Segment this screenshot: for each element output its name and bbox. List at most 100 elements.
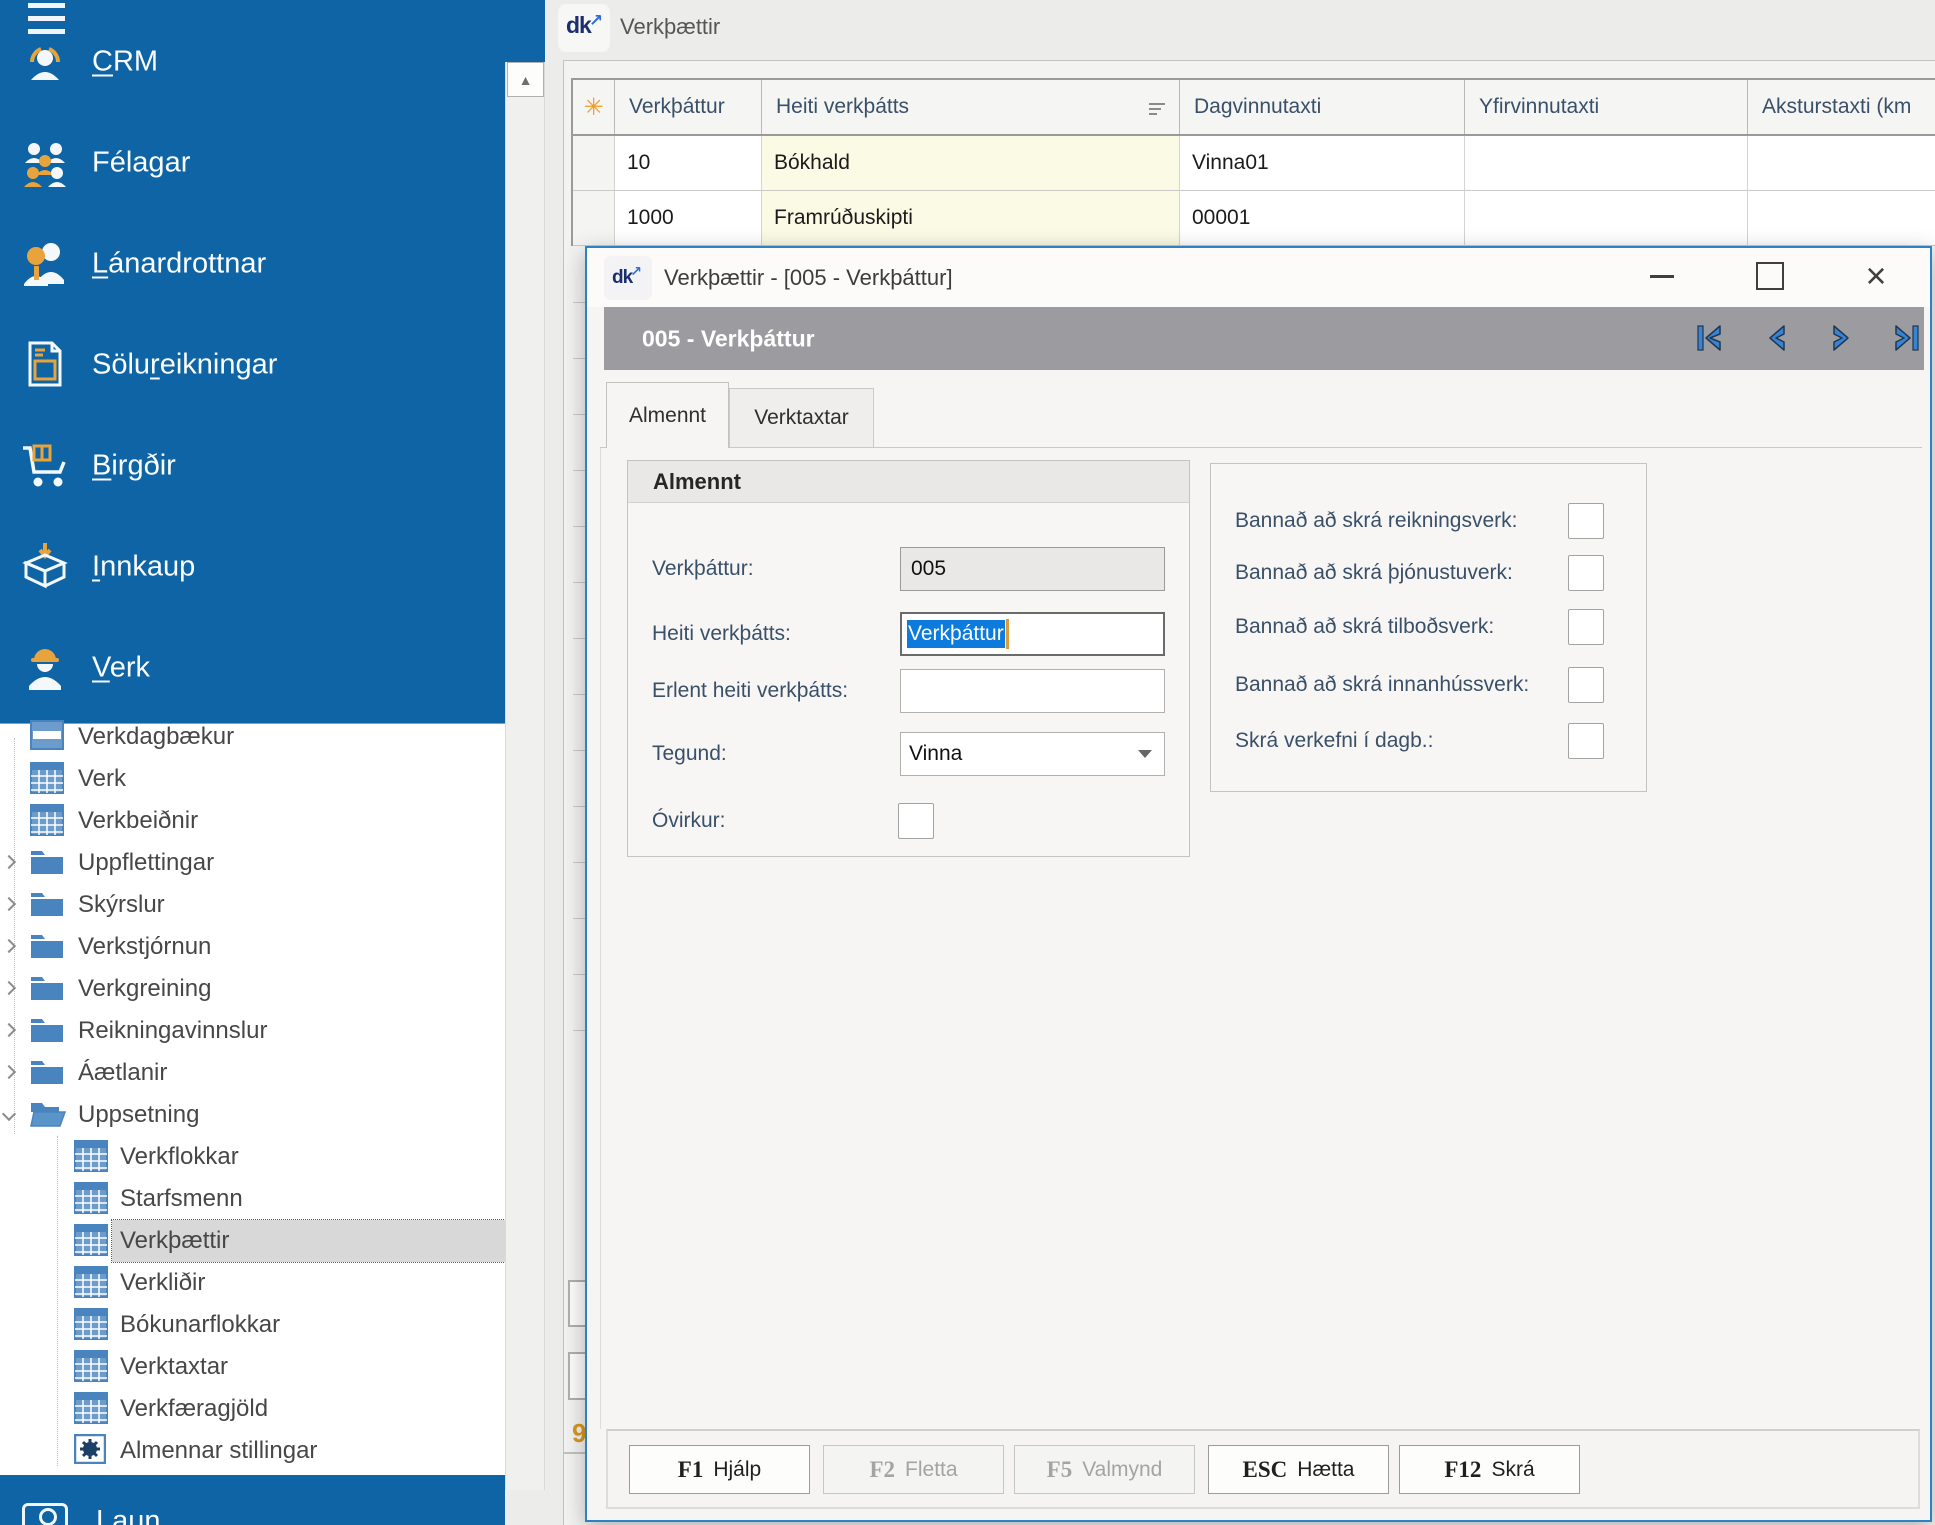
column-header-heiti-verk-tts[interactable]: Heiti verkþátts: [762, 80, 1180, 134]
tab-verktaxtar[interactable]: Verktaxtar: [729, 388, 874, 447]
tree-item-verkbeiðnir[interactable]: Verkbeiðnir: [0, 800, 505, 842]
selected-text: Verkþáttur: [907, 620, 1005, 648]
sidebar-item-félagar[interactable]: Félagar: [0, 131, 505, 195]
table-cell[interactable]: 10: [615, 136, 762, 191]
general-groupbox: Almennt: [627, 460, 1190, 857]
chevron-collapsed-icon[interactable]: [1, 1064, 17, 1080]
tree-item-verkfæragjöld[interactable]: Verkfæragjöld: [0, 1388, 505, 1430]
minimize-button[interactable]: [1639, 248, 1685, 304]
tree-item-skýrslur[interactable]: Skýrslur: [0, 884, 505, 926]
tree-item-verkgreining[interactable]: Verkgreining: [0, 968, 505, 1010]
tab-almennt[interactable]: Almennt: [606, 382, 729, 448]
button-label: Hætta: [1297, 1457, 1355, 1481]
inventory-cart-icon: [20, 440, 70, 490]
ovirkur-checkbox[interactable]: [898, 803, 934, 839]
option-checkbox-2[interactable]: [1568, 609, 1604, 645]
sidebar-item-laun[interactable]: Laun: [96, 1505, 161, 1525]
tree-item-verktaxtar[interactable]: Verktaxtar: [0, 1346, 505, 1388]
sidebar-item-birgðir[interactable]: Birgðir: [0, 434, 505, 498]
sidebar-item-label: Félagar: [92, 146, 191, 179]
tree-item-verkliðir[interactable]: Verkliðir: [0, 1262, 505, 1304]
tree-item-verkstjórnun[interactable]: Verkstjórnun: [0, 926, 505, 968]
table-cell[interactable]: Vinna01: [1180, 136, 1465, 191]
fletta-button: F2 Fletta: [823, 1445, 1004, 1494]
tree-item-label: Starfsmenn: [120, 1185, 243, 1212]
tree-item-verkdagbækur[interactable]: Verkdagbækur: [0, 716, 505, 758]
h-tta-button[interactable]: ESC Hætta: [1208, 1445, 1389, 1494]
tree-item-reikningavinnslur[interactable]: Reikningavinnslur: [0, 1010, 505, 1052]
app-root: dk↗ Verkþættir ✳ Verkþáttur Heiti verkþátt…: [0, 0, 1935, 1525]
sidebar-item-sölureikningar[interactable]: Sölureikningar: [0, 333, 505, 397]
tree-item-áætlanir[interactable]: Áætlanir: [0, 1052, 505, 1094]
option-checkbox-1[interactable]: [1568, 555, 1604, 591]
table-cell[interactable]: Bókhald: [762, 136, 1180, 191]
column-header-yfirvinnutaxti[interactable]: Yfirvinnutaxti: [1465, 80, 1748, 134]
valmynd-button: F5 Valmynd: [1014, 1445, 1195, 1494]
sidebar-item-verk[interactable]: Verk: [0, 636, 505, 700]
tree-item-label: Reikningavinnslur: [78, 1017, 268, 1044]
chevron-collapsed-icon[interactable]: [1, 938, 17, 954]
nav-next-icon[interactable]: [1821, 318, 1861, 358]
button-label: Skrá: [1491, 1457, 1535, 1481]
tree-item-bókunarflokkar[interactable]: Bókunarflokkar: [0, 1304, 505, 1346]
hj-lp-button[interactable]: F1 Hjálp: [629, 1445, 810, 1494]
table-cell[interactable]: Framrúðuskipti: [762, 191, 1180, 246]
folder-icon: [30, 972, 64, 1006]
table-cell[interactable]: 00001: [1180, 191, 1465, 246]
dialog-titlebar[interactable]: dk↗ Verkþættir - [005 - Verkþáttur] ×: [587, 248, 1930, 307]
row-selector[interactable]: [573, 191, 615, 246]
table-cell[interactable]: [1748, 136, 1935, 191]
button-label: Fletta: [905, 1457, 958, 1481]
chevron-collapsed-icon[interactable]: [1, 854, 17, 870]
table-cell[interactable]: [1465, 136, 1748, 191]
nav-last-icon[interactable]: [1882, 318, 1922, 358]
restrictions-panel: Bannað að skrá reikningsverk: Bannað að s…: [1210, 463, 1647, 792]
tree-item-label: Verkbeiðnir: [78, 807, 199, 834]
sort-icon: [1149, 100, 1165, 115]
sidebar-item-innkaup[interactable]: Innkaup: [0, 535, 505, 599]
table-cell[interactable]: [1465, 191, 1748, 246]
tree-item-verk[interactable]: Verk: [0, 758, 505, 800]
column-header-dagvinnutaxti[interactable]: Dagvinnutaxti: [1180, 80, 1465, 134]
tree-item-label: Verk: [78, 765, 127, 792]
tree-item-verkþættir[interactable]: Verkþættir: [0, 1219, 506, 1263]
tree-item-verkflokkar[interactable]: Verkflokkar: [0, 1136, 505, 1178]
tree-item-uppsetning[interactable]: Uppsetning: [0, 1094, 505, 1136]
tree-item-label: Verkgreining: [78, 975, 212, 1002]
chevron-collapsed-icon[interactable]: [1, 1022, 17, 1038]
sidebar-item-crm[interactable]: CRM: [0, 30, 505, 94]
option-checkbox-3[interactable]: [1568, 667, 1604, 703]
heiti-field[interactable]: Verkþáttur: [900, 612, 1165, 656]
column-header-label: Aksturstaxti (km: [1762, 95, 1912, 118]
tree-item-uppflettingar[interactable]: Uppflettingar: [0, 842, 505, 884]
tegund-dropdown[interactable]: Vinna: [900, 732, 1165, 776]
grid-icon: [74, 1266, 108, 1300]
nav-previous-icon[interactable]: [1757, 318, 1797, 358]
chevron-expanded-icon[interactable]: [1, 1106, 17, 1122]
option-checkbox-4[interactable]: [1568, 723, 1604, 759]
sidebar-footer[interactable]: Laun: [0, 1475, 505, 1525]
chevron-collapsed-icon[interactable]: [1, 896, 17, 912]
table-cell[interactable]: [1748, 191, 1935, 246]
erlent-heiti-field[interactable]: [900, 669, 1165, 713]
sidebar-item-lánardrottnar[interactable]: Lánardrottnar: [0, 232, 505, 296]
tree-item-label: Almennar stillingar: [120, 1437, 318, 1464]
column-header-aksturstaxti-km[interactable]: Aksturstaxti (km: [1748, 80, 1935, 134]
maximize-button[interactable]: [1747, 248, 1793, 304]
tree-item-almennar-stillingar[interactable]: Almennar stillingar: [0, 1430, 505, 1472]
chevron-collapsed-icon[interactable]: [1, 980, 17, 996]
option-checkbox-0[interactable]: [1568, 503, 1604, 539]
window-tab[interactable]: dk↗: [558, 4, 610, 52]
nav-first-icon[interactable]: [1694, 318, 1734, 358]
table-cell[interactable]: 1000: [615, 191, 762, 246]
shortcut-key: ESC: [1242, 1456, 1288, 1482]
tree-scrollbar[interactable]: ▲: [505, 62, 545, 1490]
row-selector[interactable]: [573, 136, 615, 191]
column-header-label: Yfirvinnutaxti: [1479, 95, 1600, 118]
close-icon[interactable]: ×: [1853, 248, 1899, 304]
scroll-up-button[interactable]: ▲: [507, 62, 544, 97]
column-header-row-selector[interactable]: ✳: [573, 80, 615, 134]
column-header-verk-ttur[interactable]: Verkþáttur: [615, 80, 762, 134]
skr--button[interactable]: F12 Skrá: [1399, 1445, 1580, 1494]
tree-item-starfsmenn[interactable]: Starfsmenn: [0, 1178, 505, 1220]
